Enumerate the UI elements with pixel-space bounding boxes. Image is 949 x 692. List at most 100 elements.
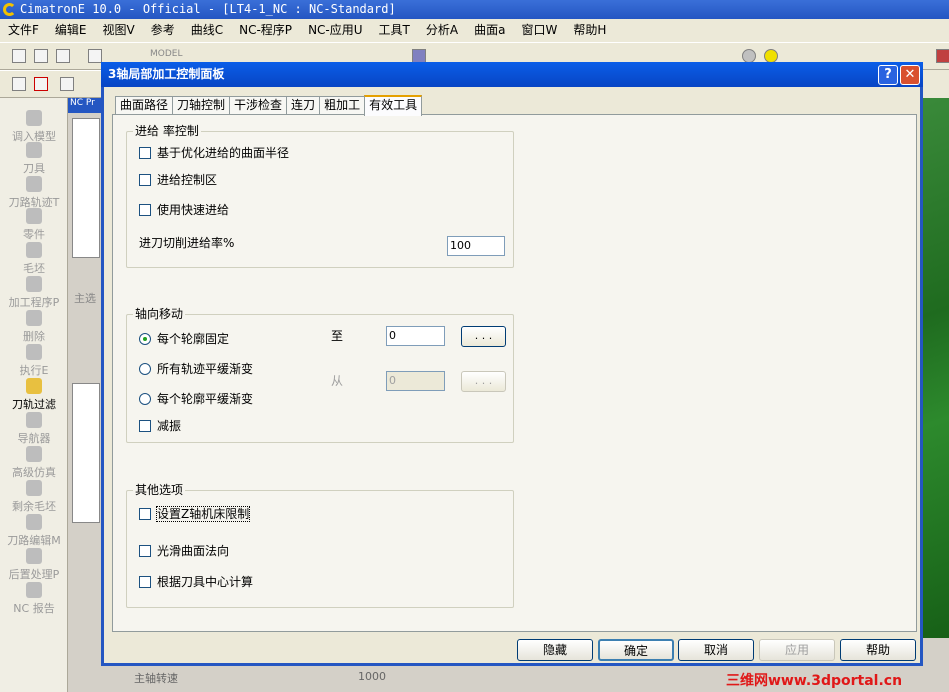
radio[interactable]: [139, 393, 151, 405]
sidebar-item-report[interactable]: NC 报告: [0, 582, 68, 616]
box-select-icon[interactable]: [60, 77, 74, 91]
menu-file[interactable]: 文件F: [0, 19, 47, 42]
tab-utilities[interactable]: 有效工具: [364, 95, 423, 116]
right-toolbar: [920, 70, 949, 98]
help-button[interactable]: 帮助: [840, 639, 916, 661]
sidebar-item-delete[interactable]: 删除: [0, 310, 68, 344]
sidebar-item-post[interactable]: 后置处理P: [0, 548, 68, 582]
watermark: 三维网www.3dportal.cn: [726, 673, 903, 689]
hide-button[interactable]: 隐藏: [517, 639, 593, 661]
sidebar-item-stock[interactable]: 毛坯: [0, 242, 68, 276]
other-group-label: 其他选项: [133, 483, 186, 497]
opt-smooth-normals[interactable]: 光滑曲面法向: [139, 544, 229, 558]
menu-nc-program[interactable]: NC-程序P: [231, 19, 300, 42]
tab-linking[interactable]: 连刀: [286, 96, 321, 115]
navigator-icon: [26, 412, 42, 428]
to-browse-button[interactable]: . . .: [461, 326, 506, 347]
other-options-group: 其他选项 设置Z轴机床限制 光滑曲面法向 根据刀具中心计算: [126, 483, 514, 608]
from-label: 从: [331, 374, 344, 388]
app-title: CimatronE 10.0 - Official - [LT4-1_NC : …: [20, 2, 396, 16]
ok-button[interactable]: 确定: [598, 639, 674, 661]
tab-surface-path[interactable]: 曲面路径: [115, 96, 174, 115]
sidebar-item-procedure[interactable]: 加工程序P: [0, 276, 68, 310]
from-input[interactable]: 0: [386, 371, 445, 391]
menu-window[interactable]: 窗口W: [513, 19, 565, 42]
close-icon[interactable]: ✕: [900, 65, 920, 85]
apply-button[interactable]: 应用: [759, 639, 835, 661]
help-question-icon[interactable]: ?: [878, 65, 898, 85]
tab-roughing[interactable]: 粗加工: [319, 96, 366, 115]
new-file-icon[interactable]: [12, 49, 26, 63]
opt-gradual-all[interactable]: 所有轨迹平缓渐变: [139, 362, 253, 376]
axial-group-label: 轴向移动: [133, 307, 186, 321]
menu-nc-apply[interactable]: NC-应用U: [300, 19, 370, 42]
sidebar-item-remaining-stock[interactable]: 剩余毛坯: [0, 480, 68, 514]
stock-icon: [26, 242, 42, 258]
tab-gouge-check[interactable]: 干涉检查: [229, 96, 288, 115]
app-titlebar: CimatronE 10.0 - Official - [LT4-1_NC : …: [0, 0, 949, 19]
opt-rapid-feed[interactable]: 使用快速进给: [139, 203, 229, 217]
feed-rate-input[interactable]: 100: [447, 236, 505, 256]
menu-analysis[interactable]: 分析A: [418, 19, 466, 42]
menu-curve[interactable]: 曲线C: [183, 19, 231, 42]
checkbox[interactable]: [139, 174, 151, 186]
to-input[interactable]: 0: [386, 326, 445, 346]
nc-panel-label: 主选: [74, 292, 96, 305]
opt-gradual-per-contour[interactable]: 每个轮廓平缓渐变: [139, 392, 253, 406]
feed-rate-group: 进给 率控制 基于优化进给的曲面半径 进给控制区 使用快速进给 进刀切削进给率%…: [126, 124, 514, 268]
dialog-title: 3轴局部加工控制面板: [101, 62, 923, 87]
checkbox[interactable]: [139, 204, 151, 216]
sidebar-item-tool[interactable]: 刀具: [0, 142, 68, 176]
sidebar-item-part[interactable]: 零件: [0, 208, 68, 242]
sidebar-item-simulation[interactable]: 高级仿真: [0, 446, 68, 480]
sidebar-item-execute[interactable]: 执行E: [0, 344, 68, 378]
menu-surface[interactable]: 曲面a: [466, 19, 513, 42]
nc-program-panel: NC Pr 主选: [68, 98, 104, 692]
exit-icon[interactable]: [936, 49, 949, 63]
sphere-icon[interactable]: [742, 49, 756, 63]
opt-feed-control-zone[interactable]: 进给控制区: [139, 173, 217, 187]
sidebar-item-toolpath[interactable]: 刀路轨迹T: [0, 176, 68, 210]
nc-tree[interactable]: [72, 118, 100, 258]
model-combo[interactable]: MODEL: [150, 49, 182, 59]
menu-edit[interactable]: 编辑E: [47, 19, 95, 42]
view-cube-icon[interactable]: [412, 49, 426, 63]
load-model-icon: [26, 110, 42, 126]
procedure-icon: [26, 276, 42, 292]
sidebar-item-filter[interactable]: 刀轨过滤: [0, 378, 68, 412]
prop-spindle-value: 1000: [358, 670, 386, 683]
from-browse-button[interactable]: . . .: [461, 371, 506, 392]
radio-selected[interactable]: [139, 333, 151, 345]
sidebar-item-load-model[interactable]: 调入模型: [0, 110, 68, 144]
nc-panel-tab[interactable]: NC Pr: [68, 98, 104, 113]
sidebar-item-edit-path[interactable]: 刀路编辑M: [0, 514, 68, 548]
select-icon[interactable]: [12, 77, 26, 91]
delete-icon[interactable]: [34, 77, 48, 91]
open-folder-icon[interactable]: [34, 49, 48, 63]
checkbox[interactable]: [139, 508, 151, 520]
opt-z-limit[interactable]: 设置Z轴机床限制: [139, 506, 251, 522]
edit-path-icon: [26, 514, 42, 530]
light-icon[interactable]: [764, 49, 778, 63]
menu-reference[interactable]: 参考: [143, 19, 183, 42]
cut-icon[interactable]: [88, 49, 102, 63]
report-icon: [26, 582, 42, 598]
opt-damping[interactable]: 减振: [139, 419, 181, 433]
opt-fixed-per-contour[interactable]: 每个轮廓固定: [139, 332, 229, 346]
checkbox[interactable]: [139, 545, 151, 557]
checkbox[interactable]: [139, 576, 151, 588]
opt-tool-center[interactable]: 根据刀具中心计算: [139, 575, 253, 589]
save-icon[interactable]: [56, 49, 70, 63]
menu-view[interactable]: 视图V: [95, 19, 143, 42]
viewport-3d[interactable]: [920, 98, 949, 638]
checkbox[interactable]: [139, 420, 151, 432]
opt-optimized-feed[interactable]: 基于优化进给的曲面半径: [139, 146, 289, 160]
tab-tool-axis[interactable]: 刀轴控制: [172, 96, 231, 115]
menu-help[interactable]: 帮助H: [565, 19, 614, 42]
feed-rate-label: 进刀切削进给率%: [139, 236, 235, 250]
radio[interactable]: [139, 363, 151, 375]
cancel-button[interactable]: 取消: [678, 639, 754, 661]
sidebar-item-navigator[interactable]: 导航器: [0, 412, 68, 446]
menu-tools[interactable]: 工具T: [371, 19, 418, 42]
checkbox[interactable]: [139, 147, 151, 159]
